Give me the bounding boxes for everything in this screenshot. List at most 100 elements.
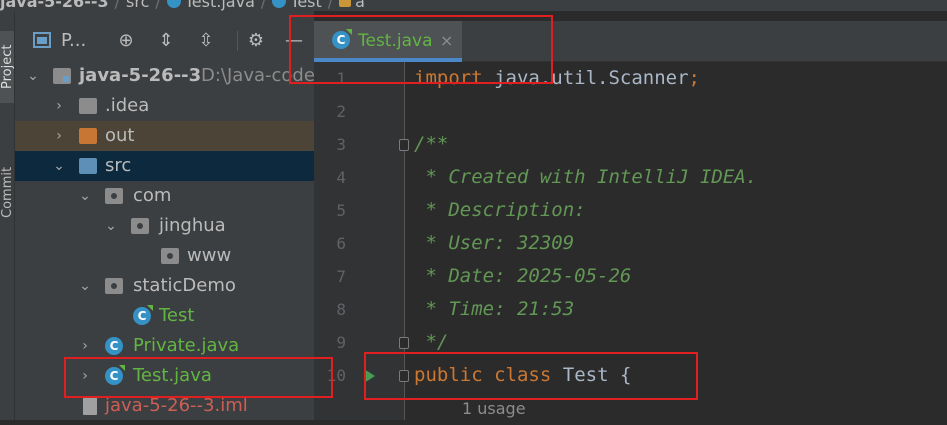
collapse-all-icon[interactable]: ⇳ (195, 30, 217, 52)
tree-item-label: jinghua (159, 215, 226, 236)
tree-item-idea[interactable]: › .idea (15, 91, 314, 121)
package-icon (105, 188, 123, 204)
breadcrumb-project[interactable]: java-5-26--3 (0, 0, 109, 11)
tree-item-test-class[interactable]: C Test (15, 301, 314, 331)
close-icon[interactable]: × (440, 21, 453, 61)
tree-item-test-java[interactable]: › C Test.java (15, 361, 314, 391)
tree-item-label: com (133, 185, 172, 206)
tree-item-staticdemo[interactable]: ⌄ staticDemo (15, 271, 314, 301)
code-line: * Time: 21:53 (414, 298, 575, 320)
import-keyword: import (414, 67, 483, 89)
breadcrumb-separator: / (155, 0, 161, 11)
breadcrumb-separator: / (260, 0, 267, 11)
commit-tool-tab[interactable]: Commit (0, 151, 15, 233)
run-icon[interactable] (364, 369, 375, 383)
editor-gutter: 1 2 3 4 5 6 7 8 9 10 (314, 62, 409, 420)
chevron-down-icon[interactable]: ⌄ (25, 61, 41, 91)
chevron-down-icon[interactable]: ⌄ (103, 211, 119, 241)
tree-item-out[interactable]: › out (15, 121, 314, 151)
code-line: import java.util.Scanner; (414, 62, 944, 95)
line-number: 10 (326, 366, 346, 385)
tree-item-label: java-5-26--3 (79, 65, 202, 86)
tab-test-java[interactable]: C Test.java × (314, 21, 462, 62)
tree-item-label: java-5-26--3.iml (105, 395, 248, 416)
toolbar-divider (237, 31, 238, 51)
class-icon: C (332, 29, 352, 49)
tree-item-label: www (187, 245, 232, 266)
code-line: * Created with IntelliJ IDEA. (414, 166, 758, 188)
code-line: */ (414, 331, 449, 353)
fold-icon[interactable] (399, 370, 409, 382)
tree-item-iml[interactable]: java-5-26--3.iml (15, 391, 314, 420)
code-line: * User: 32309 (414, 232, 575, 254)
tree-item-label: Private.java (133, 335, 240, 356)
project-panel-header: P... ⊕ ⇕ ⇳ ⚙ — (15, 21, 314, 61)
fold-icon[interactable] (399, 337, 409, 349)
breadcrumb-separator: / (327, 0, 334, 11)
chevron-down-icon[interactable]: ⌄ (77, 181, 93, 211)
package-icon (161, 248, 179, 264)
breadcrumb-src[interactable]: src (126, 0, 149, 11)
breadcrumb-class[interactable]: Test (290, 0, 322, 11)
tree-item-module[interactable]: ⌄ java-5-26--3 D:\Java-code\ (15, 61, 314, 91)
class-icon (166, 0, 181, 8)
crosshair-icon[interactable]: ⊕ (115, 30, 137, 52)
minimize-icon[interactable]: — (283, 30, 305, 52)
line-number: 7 (336, 267, 346, 286)
class-name: Test (562, 364, 609, 386)
chevron-right-icon[interactable]: › (77, 331, 93, 361)
navigation-breadcrumb: java-5-26--3 / src / Test.java / Test / … (0, 0, 947, 11)
line-number: 9 (336, 333, 346, 352)
tree-item-jinghua[interactable]: ⌄ jinghua (15, 211, 314, 241)
chevron-right-icon[interactable]: › (77, 361, 93, 391)
tree-item-label: staticDemo (133, 275, 236, 296)
tree-item-www[interactable]: www (15, 241, 314, 271)
breadcrumb-file[interactable]: Test.java (185, 0, 255, 11)
package-icon (105, 278, 123, 294)
project-tree: ⌄ java-5-26--3 D:\Java-code\ › .idea › o… (15, 61, 314, 420)
code-area[interactable]: import java.util.Scanner; /** * Created … (414, 62, 944, 425)
import-path: java.util.Scanner (482, 67, 689, 89)
window-icon[interactable] (33, 32, 51, 48)
fold-icon[interactable] (399, 139, 409, 151)
gear-icon[interactable]: ⚙ (245, 30, 267, 52)
class-icon: C (105, 365, 125, 385)
chevron-down-icon[interactable]: ⌄ (51, 151, 67, 181)
tree-item-private-java[interactable]: › C Private.java (15, 331, 314, 361)
breadcrumb-separator: / (114, 0, 120, 11)
line-number: 5 (336, 201, 346, 220)
open-brace: { (619, 364, 632, 386)
semicolon: ; (688, 67, 700, 89)
class-icon: C (105, 337, 123, 355)
class-keyword: class (494, 364, 552, 386)
folder-icon (79, 128, 97, 144)
module-folder-icon (53, 68, 71, 84)
breadcrumb-member[interactable]: a (355, 0, 365, 11)
editor-tab-bar: C Test.java × (314, 21, 947, 62)
chevron-right-icon[interactable]: › (51, 121, 67, 151)
tree-item-label: Test.java (133, 365, 212, 386)
expand-all-icon[interactable]: ⇕ (155, 30, 177, 52)
code-line: public class Test { (414, 359, 944, 392)
code-line: /** (414, 133, 449, 155)
line-number: 1 (336, 69, 346, 88)
project-panel: P... ⊕ ⇕ ⇳ ⚙ — ⌄ java-5-26--3 D:\Java-co… (15, 11, 314, 420)
chevron-down-icon[interactable]: ⌄ (77, 271, 93, 301)
project-tool-tab[interactable]: Project (0, 31, 15, 103)
tree-item-src[interactable]: ⌄ src (15, 151, 314, 181)
usage-hint[interactable]: 1 usage (414, 399, 526, 418)
tree-item-label: Test (159, 305, 195, 326)
tree-item-com[interactable]: ⌄ com (15, 181, 314, 211)
code-line: 1 usage (414, 392, 944, 425)
source-folder-icon (79, 158, 97, 174)
line-number: 8 (336, 300, 346, 319)
class-icon: C (133, 305, 153, 325)
line-number: 4 (336, 168, 346, 187)
chevron-right-icon[interactable]: › (51, 91, 67, 121)
code-editor: C Test.java × 1 2 3 4 5 6 7 8 9 10 impor… (314, 11, 947, 420)
public-keyword: public (414, 364, 483, 386)
line-number: 3 (336, 135, 346, 154)
panel-title[interactable]: P... (61, 21, 86, 61)
iml-file-icon (83, 397, 97, 415)
